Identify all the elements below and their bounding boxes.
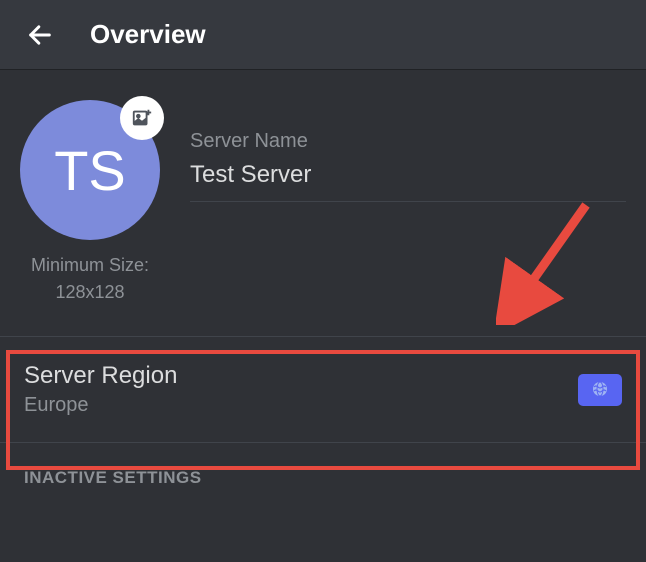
server-name-input[interactable]: Test Server [190,161,626,202]
server-info-row: TS Minimum Size: 128x128 Server Name [20,100,626,306]
arrow-left-icon [26,21,54,49]
region-flag [578,374,622,406]
avatar-wrapper[interactable]: TS [20,100,160,240]
min-size-hint: Minimum Size: 128x128 [31,252,149,306]
min-size-label: Minimum Size: [31,252,149,279]
region-value: Europe [24,394,177,417]
image-upload-icon [131,107,153,129]
region-title: Server Region [24,362,177,390]
region-text: Server Region Europe [24,362,177,417]
back-button[interactable] [20,15,60,55]
avatar-section: TS Minimum Size: 128x128 [20,100,160,306]
globe-icon [588,378,612,402]
server-name-section: Server Name Test Server [190,100,626,202]
min-size-value: 128x128 [31,279,149,306]
upload-image-button[interactable] [120,96,164,140]
page-title: Overview [90,19,206,50]
inactive-settings-header: INACTIVE SETTINGS [20,443,626,488]
content-area: TS Minimum Size: 128x128 Server Name [0,70,646,488]
server-region-row[interactable]: Server Region Europe [20,337,626,442]
server-name-label: Server Name [190,130,626,153]
app-header: Overview [0,0,646,70]
